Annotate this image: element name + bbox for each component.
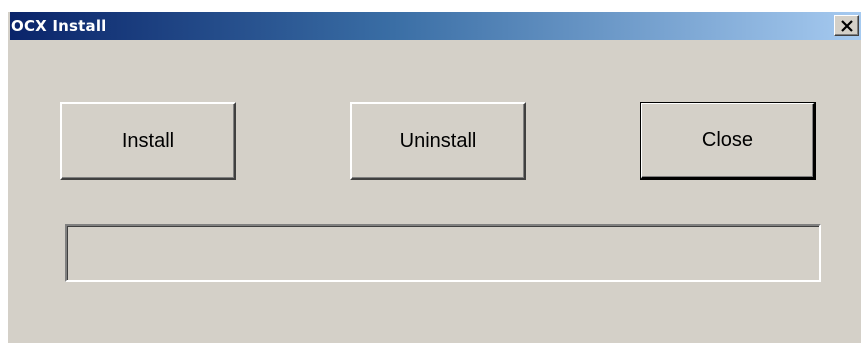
close-window-button[interactable] [834,15,859,36]
dialog-window: OCX Install Install Uninstall Close [6,10,861,343]
window-title: OCX Install [11,17,107,35]
title-bar-gradient [10,12,861,40]
uninstall-button[interactable]: Uninstall [350,102,526,180]
progress-bar [65,224,821,282]
close-button[interactable]: Close [640,102,816,180]
title-bar[interactable]: OCX Install [10,12,861,43]
install-button[interactable]: Install [60,102,236,180]
close-x-icon [840,19,853,32]
